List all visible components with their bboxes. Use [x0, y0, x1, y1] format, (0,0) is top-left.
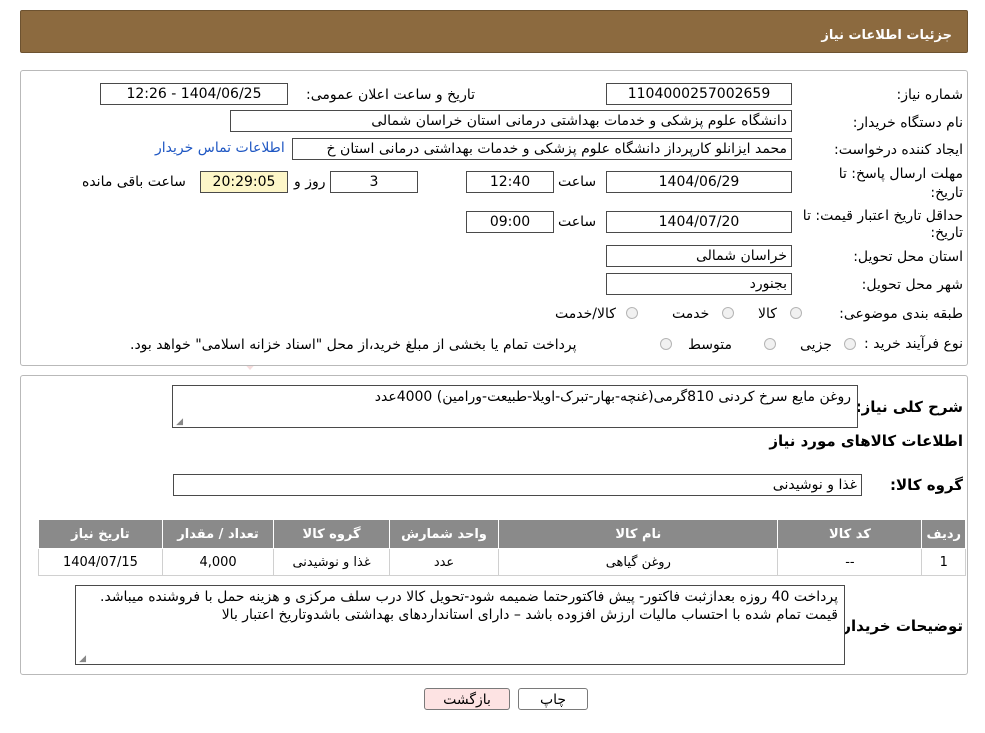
buyer-notes-label: توضیحات خریدار:	[836, 617, 963, 635]
buyer-contact-link[interactable]: اطلاعات تماس خریدار	[155, 140, 285, 156]
category-option-goods-service: کالا/خدمت	[555, 306, 616, 322]
page-header: جزئیات اطلاعات نیاز	[20, 10, 968, 53]
deadline-time-label: ساعت	[558, 174, 597, 190]
category-label: طبقه بندی موضوعی:	[839, 306, 963, 322]
col-item-name: نام کالا	[498, 519, 779, 549]
goods-table-header-row: ردیف کد کالا نام کالا واحد شمارش گروه کا…	[38, 519, 966, 549]
validity-label-line1: حداقل تاریخ اعتبار قیمت: تا	[802, 208, 963, 224]
province-label: استان محل تحویل:	[853, 249, 963, 265]
back-button[interactable]: بازگشت	[424, 688, 510, 710]
deadline-label-line2: تاریخ:	[930, 185, 963, 201]
col-quantity: تعداد / مقدار	[161, 519, 275, 549]
col-item-code: کد کالا	[777, 519, 923, 549]
cell-item-code: --	[777, 548, 923, 576]
description-textarea[interactable]: روغن مایع سرخ کردنی 810گرمی(غنچه-بهار-تب…	[172, 385, 858, 428]
cell-row-number: 1	[921, 548, 966, 576]
col-row-number: ردیف	[921, 519, 966, 549]
cell-unit: عدد	[388, 548, 500, 576]
category-radio-goods-service[interactable]	[626, 307, 638, 319]
table-row[interactable]: 1 -- روغن گیاهی عدد غذا و نوشیدنی 4,000 …	[38, 548, 966, 576]
cell-goods-group: غذا و نوشیدنی	[273, 548, 390, 576]
validity-date-field[interactable]: 1404/07/20	[606, 211, 792, 233]
category-radio-goods[interactable]	[790, 307, 802, 319]
print-button[interactable]: چاپ	[518, 688, 588, 710]
goods-group-label: گروه کالا:	[890, 476, 963, 494]
days-label: روز و	[294, 174, 326, 190]
province-field[interactable]: خراسان شمالی	[606, 245, 792, 267]
process-radio-minor[interactable]	[844, 338, 856, 350]
process-radio-treasury[interactable]	[660, 338, 672, 350]
page-title: جزئیات اطلاعات نیاز	[821, 28, 952, 43]
days-remaining-field[interactable]: 3	[330, 171, 418, 193]
buyer-notes-text: پرداخت 40 روزه بعدازثبت فاکتور- پیش فاکت…	[100, 589, 838, 623]
resize-grip-icon[interactable]: ◢	[175, 418, 183, 427]
resize-grip-icon[interactable]: ◢	[78, 655, 86, 664]
remaining-time-field[interactable]: 20:29:05	[200, 171, 288, 193]
cell-quantity: 4,000	[161, 548, 275, 576]
deadline-date-field[interactable]: 1404/06/29	[606, 171, 792, 193]
validity-time-label: ساعت	[558, 214, 597, 230]
description-label: شرح کلی نیاز:	[855, 398, 963, 416]
category-option-goods: کالا	[758, 306, 777, 322]
requester-label: ایجاد کننده درخواست:	[834, 142, 963, 158]
deadline-label-line1: مهلت ارسال پاسخ: تا	[838, 166, 963, 182]
category-radio-service[interactable]	[722, 307, 734, 319]
process-radio-medium[interactable]	[764, 338, 776, 350]
announce-datetime-field[interactable]: 1404/06/25 - 12:26	[100, 83, 288, 105]
city-field[interactable]: بجنورد	[606, 273, 792, 295]
process-option-medium: متوسط	[688, 337, 732, 353]
buyer-notes-textarea[interactable]: پرداخت 40 روزه بعدازثبت فاکتور- پیش فاکت…	[75, 585, 845, 665]
process-option-minor: جزیی	[800, 337, 832, 353]
buyer-org-field[interactable]: دانشگاه علوم پزشکی و خدمات بهداشتی درمان…	[230, 110, 792, 132]
category-option-service: خدمت	[672, 306, 710, 322]
validity-label-line2: تاریخ:	[930, 225, 963, 241]
need-number-field[interactable]: 1104000257002659	[606, 83, 792, 105]
description-text: روغن مایع سرخ کردنی 810گرمی(غنچه-بهار-تب…	[374, 389, 851, 405]
goods-table: ردیف کد کالا نام کالا واحد شمارش گروه کا…	[38, 519, 966, 576]
remaining-time-label: ساعت باقی مانده	[82, 174, 186, 190]
process-type-label: نوع فرآیند خرید :	[864, 336, 963, 352]
cell-need-date: 1404/07/15	[38, 548, 163, 576]
col-goods-group: گروه کالا	[273, 519, 390, 549]
buyer-org-label: نام دستگاه خریدار:	[852, 115, 963, 131]
col-unit: واحد شمارش	[388, 519, 500, 549]
cell-item-name: روغن گیاهی	[498, 548, 779, 576]
goods-group-field[interactable]: غذا و نوشیدنی	[173, 474, 862, 496]
validity-time-field[interactable]: 09:00	[466, 211, 554, 233]
col-need-date: تاریخ نیاز	[38, 519, 163, 549]
city-label: شهر محل تحویل:	[861, 277, 963, 293]
need-number-label: شماره نیاز:	[896, 87, 964, 103]
requester-field[interactable]: محمد ایزانلو کارپرداز دانشگاه علوم پزشکی…	[292, 138, 792, 160]
deadline-time-field[interactable]: 12:40	[466, 171, 554, 193]
announce-datetime-label: تاریخ و ساعت اعلان عمومی:	[306, 87, 475, 103]
goods-info-title: اطلاعات کالاهای مورد نیاز	[769, 432, 963, 450]
process-treasury-note: پرداخت تمام یا بخشی از مبلغ خرید،از محل …	[130, 337, 577, 353]
